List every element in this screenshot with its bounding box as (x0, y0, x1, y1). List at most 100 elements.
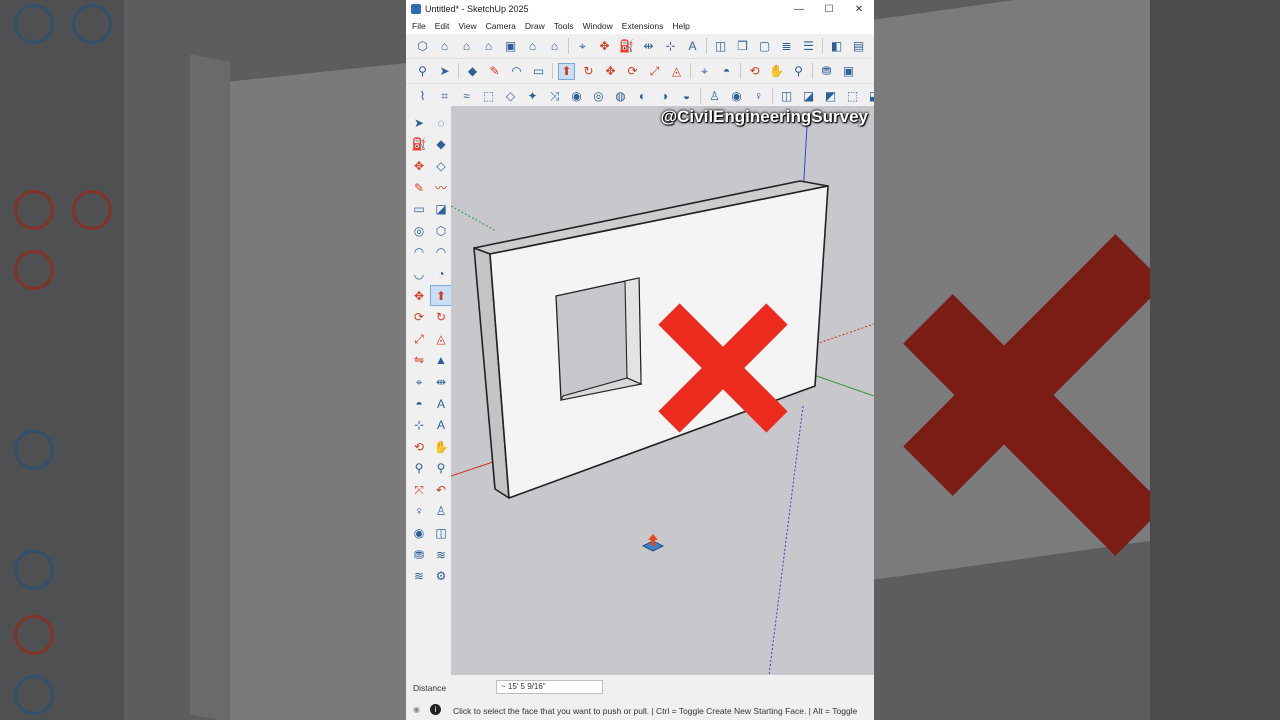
section-plane-icon[interactable]: ◫ (430, 522, 452, 544)
menu-help[interactable]: Help (672, 21, 689, 31)
follow-me-icon[interactable]: ↻ (430, 306, 452, 328)
zoom-icon[interactable]: ⚲ (408, 458, 430, 480)
tape-measure-icon[interactable]: ⌖ (574, 38, 591, 55)
section-plane-icon[interactable]: ◫ (712, 38, 729, 55)
tape-measure-icon[interactable]: ⌖ (408, 371, 430, 393)
add-detail-icon[interactable]: ✦ (524, 88, 541, 105)
drape-icon[interactable]: ◇ (502, 88, 519, 105)
house-top-icon[interactable]: ▣ (502, 38, 519, 55)
follow-me-icon[interactable]: ↻ (580, 63, 597, 80)
split-icon[interactable]: ◒ (678, 88, 695, 105)
3d-text-icon[interactable]: A (430, 414, 452, 436)
zoom-window-icon[interactable]: ⚲ (790, 63, 807, 80)
arc-icon[interactable]: ◠ (408, 242, 430, 264)
zoom-icon[interactable]: ⚲ (414, 63, 431, 80)
info-icon[interactable]: i (430, 704, 441, 715)
outliner-icon[interactable]: ☰ (800, 38, 817, 55)
union-icon[interactable]: ◍ (612, 88, 629, 105)
menu-draw[interactable]: Draw (525, 21, 545, 31)
sandbox-from-scratch-icon[interactable]: ⌗ (436, 88, 453, 105)
extension-warehouse-icon[interactable]: ≋ (430, 544, 452, 566)
house-back-icon[interactable]: ⌂ (546, 38, 563, 55)
sandbox-from-contours-icon[interactable]: ⌇ (414, 88, 431, 105)
move-icon[interactable]: ✥ (602, 63, 619, 80)
trim-icon[interactable]: ◑ (656, 88, 673, 105)
position-camera-icon[interactable]: ♀ (408, 501, 430, 523)
push-pull-icon[interactable]: ⬆ (558, 62, 575, 80)
section-display-icon[interactable]: ◫ (778, 88, 795, 105)
rectangle-icon[interactable]: ▭ (408, 198, 430, 220)
move-icon[interactable]: ✥ (408, 285, 430, 307)
flip-icon[interactable]: ⇋ (408, 350, 430, 372)
styles-icon[interactable]: ◧ (828, 38, 845, 55)
tape-icon[interactable]: ⌖ (696, 63, 713, 80)
extension-manager-icon[interactable]: ⚙ (430, 565, 452, 587)
eraser-icon[interactable]: ◆ (430, 134, 452, 156)
pencil-icon[interactable]: ✎ (408, 177, 430, 199)
export-icon[interactable]: ▣ (840, 63, 857, 80)
freehand-icon[interactable]: 〰 (430, 177, 452, 199)
orbit-icon[interactable]: ⟲ (408, 436, 430, 458)
scenes-icon[interactable]: ▤ (850, 38, 867, 55)
offset-icon[interactable]: ◬ (430, 328, 452, 350)
two-point-arc-icon[interactable]: ◠ (430, 242, 452, 264)
menu-file[interactable]: File (412, 21, 426, 31)
intersect-icon[interactable]: ◎ (590, 88, 607, 105)
rectangle-icon[interactable]: ▭ (530, 63, 547, 80)
position-camera-icon[interactable]: ♀ (750, 88, 767, 105)
solid-tools-icon[interactable]: ◉ (568, 88, 585, 105)
arc-icon[interactable]: ◠ (508, 63, 525, 80)
back-edges-icon[interactable]: ⬓ (866, 88, 874, 105)
solid-icon[interactable]: ▲ (430, 350, 452, 372)
move-icon[interactable]: ✥ (596, 38, 613, 55)
zoom-window-icon[interactable]: ⚲ (430, 458, 452, 480)
menu-extensions[interactable]: Extensions (622, 21, 664, 31)
menu-tools[interactable]: Tools (554, 21, 574, 31)
pan-icon[interactable]: ✋ (430, 436, 452, 458)
layers-icon[interactable]: ≣ (778, 38, 795, 55)
scale-icon[interactable]: ⤢ (646, 63, 663, 80)
dimension-icon[interactable]: ⇹ (430, 371, 452, 393)
circle-icon[interactable]: ◎ (408, 220, 430, 242)
box-icon[interactable]: ⬡ (414, 38, 431, 55)
wall-front-face[interactable] (489, 185, 829, 499)
drawing-viewport[interactable]: @CivilEngineeringSurvey (451, 106, 874, 675)
walk-icon[interactable]: ♙ (430, 501, 452, 523)
text-icon[interactable]: A (430, 393, 452, 415)
eraser-soft-icon[interactable]: ◇ (430, 155, 452, 177)
paint-bucket-icon[interactable]: ⛽ (618, 38, 635, 55)
smoove-icon[interactable]: ≈ (458, 88, 475, 105)
eraser-icon[interactable]: ◆ (464, 63, 481, 80)
push-pull-icon[interactable]: ⬆ (430, 284, 452, 307)
protractor-icon[interactable]: ◓ (718, 63, 735, 80)
menu-camera[interactable]: Camera (486, 21, 516, 31)
look-around-icon[interactable]: ◉ (408, 522, 430, 544)
menu-edit[interactable]: Edit (435, 21, 450, 31)
minimize-button[interactable]: — (784, 4, 814, 15)
polygon-icon[interactable]: ⬡ (430, 220, 452, 242)
flip-edge-icon[interactable]: ⤨ (546, 88, 563, 105)
rotate-icon[interactable]: ⟳ (408, 306, 430, 328)
layer-output-icon[interactable]: ≋ (408, 565, 430, 587)
axes-icon[interactable]: ⊹ (408, 414, 430, 436)
three-point-arc-icon[interactable]: ◡ (408, 263, 430, 285)
dimension-icon[interactable]: ⇹ (640, 38, 657, 55)
component-icon[interactable]: ❒ (734, 38, 751, 55)
menu-view[interactable]: View (458, 21, 476, 31)
section-fill-icon[interactable]: ◩ (822, 88, 839, 105)
house-icon[interactable]: ⌂ (458, 38, 475, 55)
warehouse-icon[interactable]: ⛃ (408, 544, 430, 566)
protractor-icon[interactable]: ◓ (408, 393, 430, 415)
axes-icon[interactable]: ⊹ (662, 38, 679, 55)
rotate-icon[interactable]: ⟳ (624, 63, 641, 80)
group-icon[interactable]: ▢ (756, 38, 773, 55)
warehouse-icon[interactable]: ⛃ (818, 63, 835, 80)
subtract-icon[interactable]: ◐ (634, 88, 651, 105)
measurements-input[interactable]: ~ 15' 5 9/16" (496, 680, 603, 694)
stamp-icon[interactable]: ⬚ (480, 88, 497, 105)
house-side-icon[interactable]: ⌂ (480, 38, 497, 55)
pencil-icon[interactable]: ✎ (486, 63, 503, 80)
paint-bucket-icon[interactable]: ⛽ (408, 134, 430, 156)
look-around-icon[interactable]: ◉ (728, 88, 745, 105)
menu-window[interactable]: Window (583, 21, 613, 31)
